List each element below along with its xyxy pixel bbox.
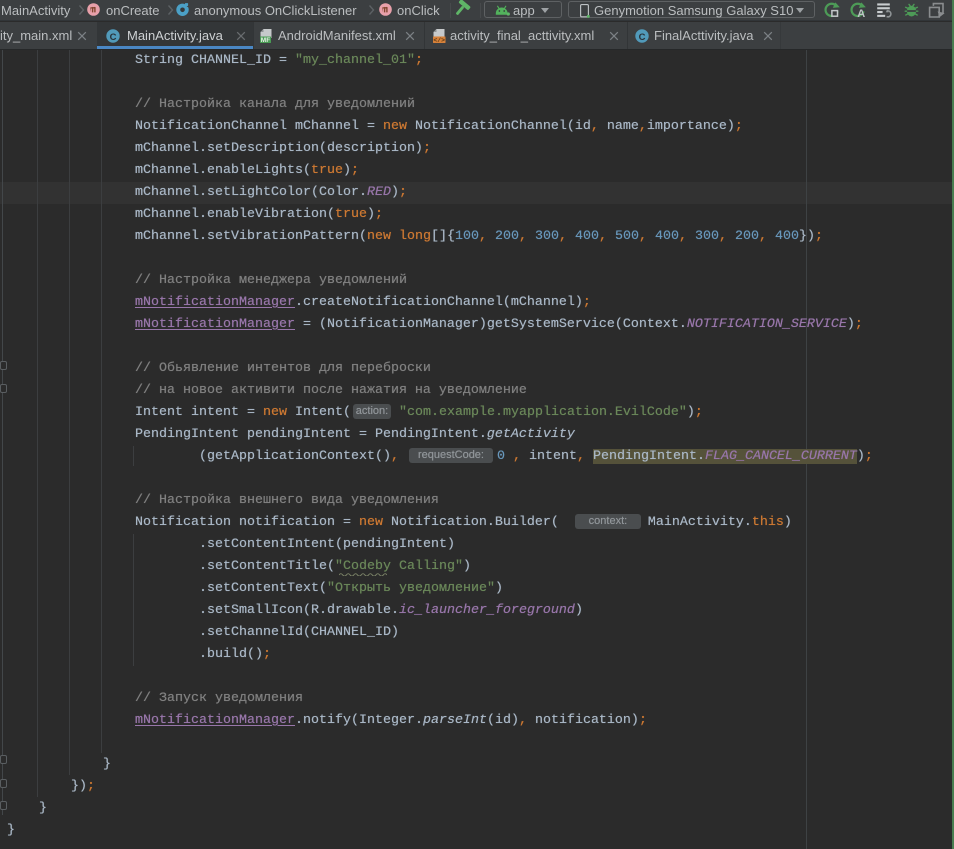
svg-text:MF: MF	[261, 37, 270, 44]
svg-text:C: C	[639, 32, 646, 43]
svg-text:A: A	[857, 8, 865, 19]
svg-text:</>: </>	[433, 37, 445, 44]
svg-text:C: C	[110, 32, 117, 43]
